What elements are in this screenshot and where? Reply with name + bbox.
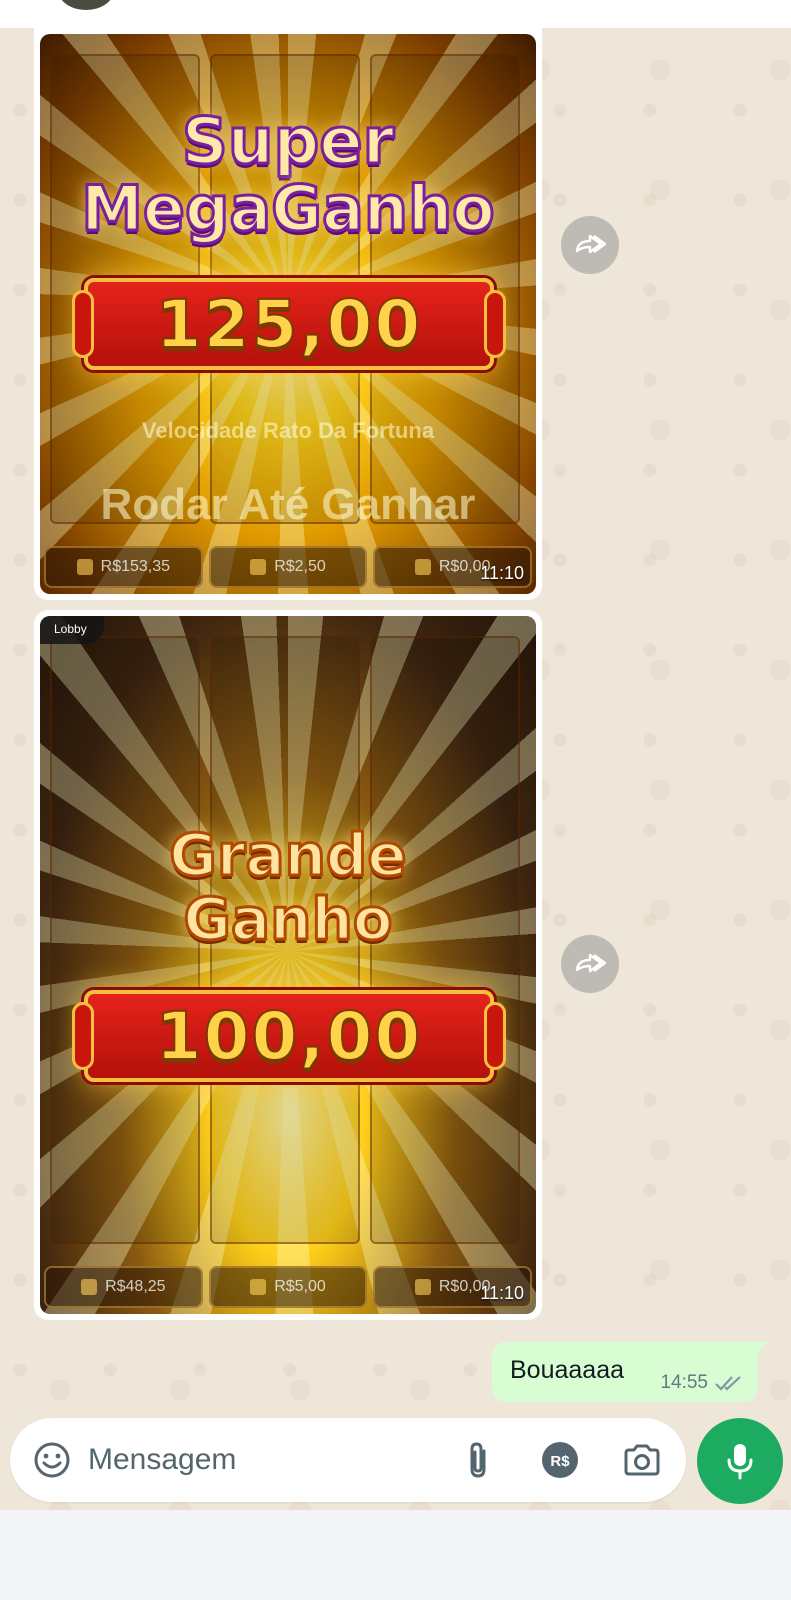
win-title-line1: Super: [180, 105, 395, 179]
win-amount: 125,00: [155, 285, 423, 364]
camera-button[interactable]: [622, 1440, 662, 1480]
win-title-line2: Ganho: [182, 885, 394, 953]
forward-icon: [575, 953, 606, 973]
win-amount-banner: 100,00: [72, 990, 506, 1082]
payment-label: R$: [550, 1453, 570, 1470]
bet-stat: R$2,50: [208, 546, 368, 588]
faded-speed-label: Velocidade Rato Da Fortuna: [141, 418, 435, 443]
image-message[interactable]: Lobby Grande Ganho 100,00 R$48,25 R$5,00…: [34, 610, 542, 1320]
emoji-button[interactable]: [32, 1440, 72, 1480]
win-icon: [414, 559, 431, 575]
banner-cap-right: [484, 1002, 506, 1070]
balance-value: R$153,35: [100, 558, 171, 575]
forward-icon: [575, 234, 606, 254]
message-text: Bouaaaaa: [510, 1356, 625, 1384]
game-screenshot-image[interactable]: Super MegaGanho 125,00 Velocidade Rato D…: [40, 34, 536, 594]
payment-button[interactable]: R$: [540, 1440, 580, 1480]
outgoing-message[interactable]: Bouaaaaa 14:55: [492, 1342, 768, 1402]
win-title-line1: Grande: [168, 821, 409, 889]
double-check-icon: [715, 1376, 741, 1391]
chat-background: Super MegaGanho 125,00 Velocidade Rato D…: [0, 0, 791, 1510]
forward-button[interactable]: [561, 216, 619, 274]
message-time: 11:10: [480, 563, 524, 583]
banner-cap-right: [484, 290, 506, 358]
faded-spin-label: Rodar Até Ganhar: [100, 480, 476, 529]
win-icon: [414, 1279, 431, 1295]
message-input[interactable]: Mensagem: [88, 1443, 236, 1477]
game-stats-bar: R$48,25 R$5,00 R$0,00: [44, 1266, 533, 1308]
paperclip-icon: [470, 1442, 486, 1478]
message-composer: Mensagem R$: [10, 1418, 686, 1502]
win-amount-banner: 125,00: [72, 278, 506, 370]
attach-button[interactable]: [458, 1440, 498, 1480]
lobby-badge: Lobby: [40, 616, 104, 644]
microphone-icon: [727, 1444, 753, 1480]
win-title-line2: MegaGanho: [80, 172, 497, 245]
coins-icon: [250, 559, 267, 575]
bet-value: R$5,00: [274, 1278, 326, 1295]
game-stats-bar: R$153,35 R$2,50 R$0,00: [44, 546, 533, 588]
microphone-button[interactable]: [697, 1418, 783, 1504]
message-time: 11:10: [480, 1283, 524, 1303]
game-screenshot-image[interactable]: Lobby Grande Ganho 100,00 R$48,25 R$5,00…: [40, 616, 536, 1314]
camera-icon: [624, 1444, 660, 1476]
wallet-icon: [76, 559, 93, 575]
message-meta: 14:55: [660, 1372, 744, 1394]
wallet-icon: [81, 1279, 98, 1295]
image-message[interactable]: Super MegaGanho 125,00 Velocidade Rato D…: [34, 28, 542, 600]
header-strip: [0, 0, 791, 28]
contact-avatar[interactable]: [58, 0, 114, 10]
balance-value: R$48,25: [105, 1278, 166, 1295]
balance-stat: R$153,35: [44, 546, 203, 588]
balance-stat: R$48,25: [44, 1266, 203, 1308]
win-amount: 100,00: [155, 997, 423, 1076]
banner-cap-left: [72, 290, 94, 358]
payment-icon: R$: [542, 1442, 578, 1478]
coins-icon: [250, 1279, 267, 1295]
system-nav-area: [0, 1510, 791, 1600]
forward-button[interactable]: [561, 935, 619, 993]
banner-cap-left: [72, 1002, 94, 1070]
emoji-icon: [34, 1442, 70, 1478]
message-time: 14:55: [660, 1372, 708, 1393]
bet-value: R$2,50: [274, 558, 326, 575]
bet-stat: R$5,00: [208, 1266, 368, 1308]
